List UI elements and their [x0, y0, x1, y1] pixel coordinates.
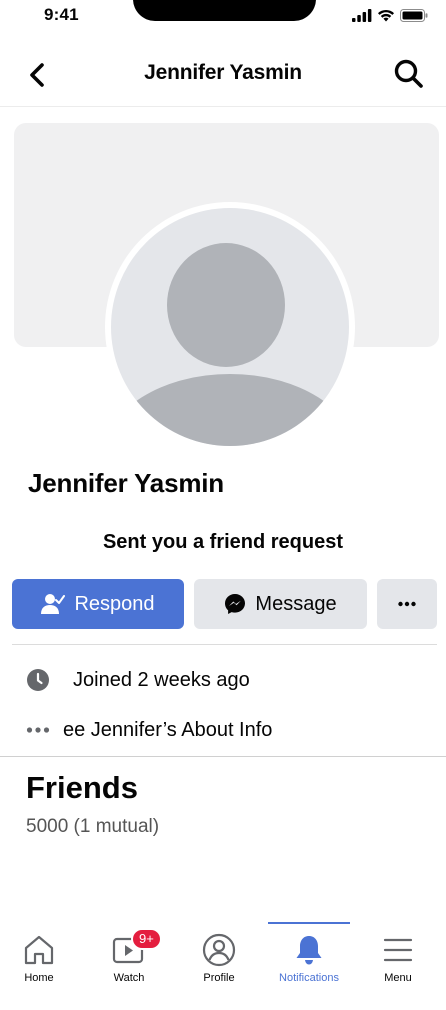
- profile-name: Jennifer Yasmin: [28, 468, 224, 498]
- avatar[interactable]: [105, 202, 355, 452]
- header-title: Jennifer Yasmin: [144, 61, 302, 84]
- about-info-text: ee Jennifer’s About Info: [63, 718, 273, 741]
- status-icons: [352, 7, 428, 23]
- joined-info-row: Joined 2 weeks ago: [26, 665, 250, 695]
- tab-label: Watch: [113, 972, 145, 984]
- tab-label: Profile: [203, 972, 235, 984]
- tab-label: Home: [24, 972, 54, 984]
- about-info-link[interactable]: ee Jennifer’s About Info: [26, 715, 272, 745]
- divider: [12, 644, 437, 645]
- watch-badge: 9+: [131, 928, 162, 950]
- friends-section-title: Friends: [26, 770, 138, 805]
- home-icon: [0, 932, 84, 968]
- battery-icon: [400, 8, 428, 22]
- profile-icon: [174, 932, 264, 968]
- wifi-icon: [378, 9, 394, 21]
- respond-button[interactable]: Respond: [12, 579, 184, 629]
- tab-profile[interactable]: Profile: [174, 922, 264, 992]
- top-header: Jennifer Yasmin: [0, 42, 446, 107]
- messenger-icon: [225, 594, 246, 614]
- friend-request-text: Sent you a friend request: [102, 531, 344, 553]
- search-icon: [394, 59, 423, 88]
- tab-home[interactable]: Home: [0, 922, 84, 992]
- message-label: Message: [255, 592, 337, 615]
- signal-icon: [352, 8, 372, 22]
- message-button[interactable]: Message: [194, 579, 367, 629]
- clock-icon: [26, 668, 50, 692]
- person-check-icon: [41, 594, 66, 614]
- ellipsis-icon: [26, 718, 50, 742]
- avatar-placeholder: [111, 208, 349, 446]
- section-divider: [0, 756, 446, 757]
- tab-notifications[interactable]: Notifications: [264, 922, 354, 992]
- search-button[interactable]: [392, 57, 426, 91]
- avatar-body-shape: [111, 374, 349, 446]
- friends-count[interactable]: 5000 (1 mutual): [26, 816, 159, 838]
- joined-text: Joined 2 weeks ago: [73, 668, 250, 691]
- tab-label: Notifications: [279, 972, 339, 984]
- more-options-button[interactable]: [377, 579, 437, 629]
- more-dots-icon: [398, 601, 416, 607]
- avatar-head-shape: [167, 243, 285, 367]
- tab-menu[interactable]: Menu: [353, 922, 443, 992]
- menu-icon: [353, 932, 443, 968]
- status-time: 9:41: [44, 5, 79, 24]
- tab-watch[interactable]: 9+ Watch: [84, 922, 174, 992]
- bell-icon: [264, 932, 354, 968]
- device-notch: [133, 0, 316, 21]
- tab-label: Menu: [384, 972, 412, 984]
- respond-label: Respond: [74, 592, 155, 615]
